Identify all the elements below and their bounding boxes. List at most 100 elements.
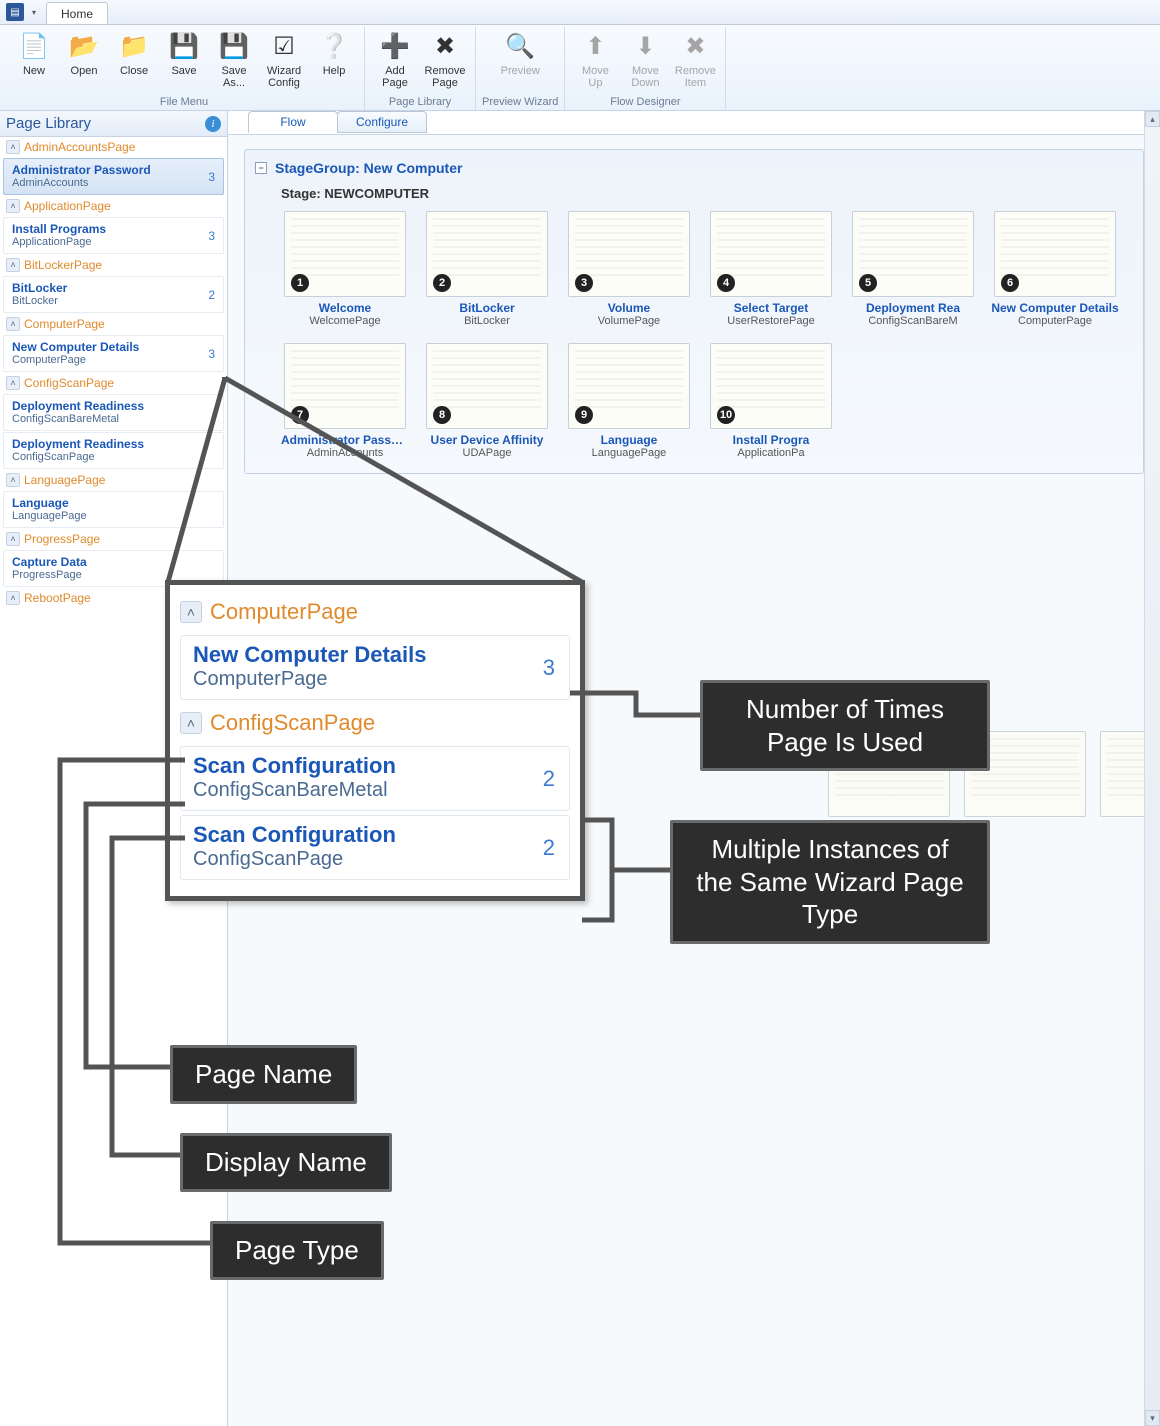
chevron-up-icon: ˄ bbox=[180, 712, 202, 734]
chevron-up-icon: ˄ bbox=[6, 317, 20, 331]
tab-flow[interactable]: Flow bbox=[248, 111, 338, 133]
open-button[interactable]: 📂Open bbox=[60, 27, 108, 81]
thumb-preview: 8 bbox=[426, 343, 548, 429]
wizcfg-button[interactable]: ☑Wizard Config bbox=[260, 27, 308, 93]
library-item[interactable]: BitLockerBitLocker2 bbox=[3, 276, 224, 313]
removeitem-button: ✖Remove Item bbox=[671, 27, 719, 93]
tab-configure[interactable]: Configure bbox=[337, 111, 427, 133]
library-group-header[interactable]: ˄AdminAccountsPage bbox=[0, 137, 227, 157]
library-item[interactable]: Deployment ReadinessConfigScanBareMetal bbox=[3, 394, 224, 431]
library-group-header[interactable]: ˄ComputerPage bbox=[0, 314, 227, 334]
zoom-group-header[interactable]: ˄ComputerPage bbox=[180, 593, 570, 631]
annotation-pagetype: Page Type bbox=[210, 1221, 384, 1280]
library-group-header[interactable]: ˄ LanguagePage bbox=[0, 470, 227, 490]
save-button[interactable]: 💾Save bbox=[160, 27, 208, 81]
zoom-item-count: 3 bbox=[543, 655, 555, 681]
thumb-preview: 9 bbox=[568, 343, 690, 429]
page-library-title: Page Library bbox=[6, 115, 91, 132]
movedown-icon: ⬇ bbox=[629, 31, 661, 63]
chevron-up-icon: ˄ bbox=[6, 591, 20, 605]
stage-page-thumb[interactable]: 5Deployment ReaConfigScanBareM bbox=[849, 211, 977, 327]
qat-dropdown-icon[interactable]: ▾ bbox=[28, 8, 40, 17]
stage-page-thumb[interactable]: 6New Computer DetailsComputerPage bbox=[991, 211, 1119, 327]
zoom-item-count: 2 bbox=[543, 835, 555, 861]
stage-page-thumb[interactable]: 3VolumeVolumePage bbox=[565, 211, 693, 327]
library-item-name: New Computer Details bbox=[12, 340, 215, 354]
thumb-number-badge: 5 bbox=[859, 274, 877, 292]
saveas-button[interactable]: 💾Save As... bbox=[210, 27, 258, 93]
library-group-name: LanguagePage bbox=[24, 473, 105, 487]
stage-page-thumb[interactable]: 10Install PrograApplicationPa bbox=[707, 343, 835, 459]
ribbon-group-label: Preview Wizard bbox=[482, 95, 558, 110]
addpage-button[interactable]: ➕Add Page bbox=[371, 27, 419, 93]
library-item-sub: ComputerPage bbox=[12, 354, 215, 366]
thumb-preview: 7 bbox=[284, 343, 406, 429]
thumb-number-badge: 2 bbox=[433, 274, 451, 292]
zoom-item[interactable]: Scan ConfigurationConfigScanBareMetal2 bbox=[180, 746, 570, 811]
vertical-scrollbar[interactable]: ▴ ▾ bbox=[1144, 111, 1160, 1426]
library-group-header[interactable]: ˄ProgressPage bbox=[0, 529, 227, 549]
library-item[interactable]: Administrator PasswordAdminAccounts3 bbox=[3, 158, 224, 195]
close-button[interactable]: 📁Close bbox=[110, 27, 158, 81]
library-item[interactable]: Install ProgramsApplicationPage3 bbox=[3, 217, 224, 254]
stagegroup-header[interactable]: − StageGroup: New Computer bbox=[255, 156, 1133, 186]
library-item-sub: ApplicationPage bbox=[12, 236, 215, 248]
thumb-sub: WelcomePage bbox=[281, 315, 409, 327]
thumb-number-badge: 3 bbox=[575, 274, 593, 292]
zoom-item-count: 2 bbox=[543, 766, 555, 792]
saveas-icon: 💾 bbox=[218, 31, 250, 63]
scroll-track[interactable] bbox=[1145, 127, 1160, 1410]
library-item-name: BitLocker bbox=[12, 281, 215, 295]
library-group-header[interactable]: ˄ConfigScanPage bbox=[0, 373, 227, 393]
library-group-header[interactable]: ˄BitLockerPage bbox=[0, 255, 227, 275]
help-icon: ❔ bbox=[318, 31, 350, 63]
library-group-header[interactable]: ˄ApplicationPage bbox=[0, 196, 227, 216]
stagegroup-title: StageGroup: New Computer bbox=[275, 160, 462, 176]
library-item[interactable]: LanguageLanguagePage bbox=[3, 491, 224, 528]
scroll-down-button[interactable]: ▾ bbox=[1145, 1410, 1160, 1426]
zoom-callout: ˄ComputerPage New Computer DetailsCompute… bbox=[165, 580, 585, 901]
thumb-title: Administrator Passw... bbox=[281, 433, 409, 447]
chevron-up-icon: ˄ bbox=[6, 473, 20, 487]
library-item-name: Deployment Readiness bbox=[12, 437, 215, 451]
library-item-name: Install Programs bbox=[12, 222, 215, 236]
zoom-item[interactable]: New Computer DetailsComputerPage3 bbox=[180, 635, 570, 700]
stage-page-thumb[interactable]: 2BitLockerBitLocker bbox=[423, 211, 551, 327]
stage-page-thumb[interactable]: 7Administrator Passw...AdminAccounts bbox=[281, 343, 409, 459]
zoom-item[interactable]: Scan ConfigurationConfigScanPage2 bbox=[180, 815, 570, 880]
stage-page-thumb[interactable]: 4Select TargetUserRestorePage bbox=[707, 211, 835, 327]
library-group-name: ConfigScanPage bbox=[24, 376, 114, 390]
ribbon: 📄New📂Open📁Close💾Save💾Save As...☑Wizard C… bbox=[0, 25, 1160, 111]
thumb-number-badge: 4 bbox=[717, 274, 735, 292]
app-menu-button[interactable]: ▤ bbox=[6, 3, 24, 21]
stage-page-thumb[interactable]: 1WelcomeWelcomePage bbox=[281, 211, 409, 327]
help-button[interactable]: ❔Help bbox=[310, 27, 358, 81]
stage-page-thumb[interactable]: 9LanguageLanguagePage bbox=[565, 343, 693, 459]
removepage-icon: ✖ bbox=[429, 31, 461, 63]
ribbon-group-label: Flow Designer bbox=[610, 95, 680, 110]
info-icon[interactable]: i bbox=[205, 116, 221, 132]
open-icon: 📂 bbox=[68, 31, 100, 63]
annotation-pagename: Page Name bbox=[170, 1045, 357, 1104]
thumb-sub: LanguagePage bbox=[565, 447, 693, 459]
zoom-group-header[interactable]: ˄ConfigScanPage bbox=[180, 704, 570, 742]
library-item-sub: LanguagePage bbox=[12, 510, 215, 522]
thumb-preview: 10 bbox=[710, 343, 832, 429]
library-item[interactable]: Deployment ReadinessConfigScanPage bbox=[3, 432, 224, 469]
library-item-sub: BitLocker bbox=[12, 295, 215, 307]
button-label: Preview bbox=[501, 65, 540, 77]
new-button[interactable]: 📄New bbox=[10, 27, 58, 81]
ribbon-group-label: Page Library bbox=[389, 95, 451, 110]
button-label: Save bbox=[171, 65, 196, 77]
button-label: Remove Item bbox=[674, 65, 716, 89]
library-item[interactable]: New Computer DetailsComputerPage3 bbox=[3, 335, 224, 372]
thumb-title: New Computer Details bbox=[991, 301, 1119, 315]
thumb-title: Install Progra bbox=[707, 433, 835, 447]
zoom-item-name: Scan Configuration bbox=[193, 822, 557, 848]
removepage-button[interactable]: ✖Remove Page bbox=[421, 27, 469, 93]
collapse-icon[interactable]: − bbox=[255, 162, 267, 174]
scroll-up-button[interactable]: ▴ bbox=[1145, 111, 1160, 127]
stage-page-thumb[interactable]: 8User Device AffinityUDAPage bbox=[423, 343, 551, 459]
ribbon-tab-home[interactable]: Home bbox=[46, 2, 108, 24]
titlebar: ▤ ▾ Home bbox=[0, 0, 1160, 25]
